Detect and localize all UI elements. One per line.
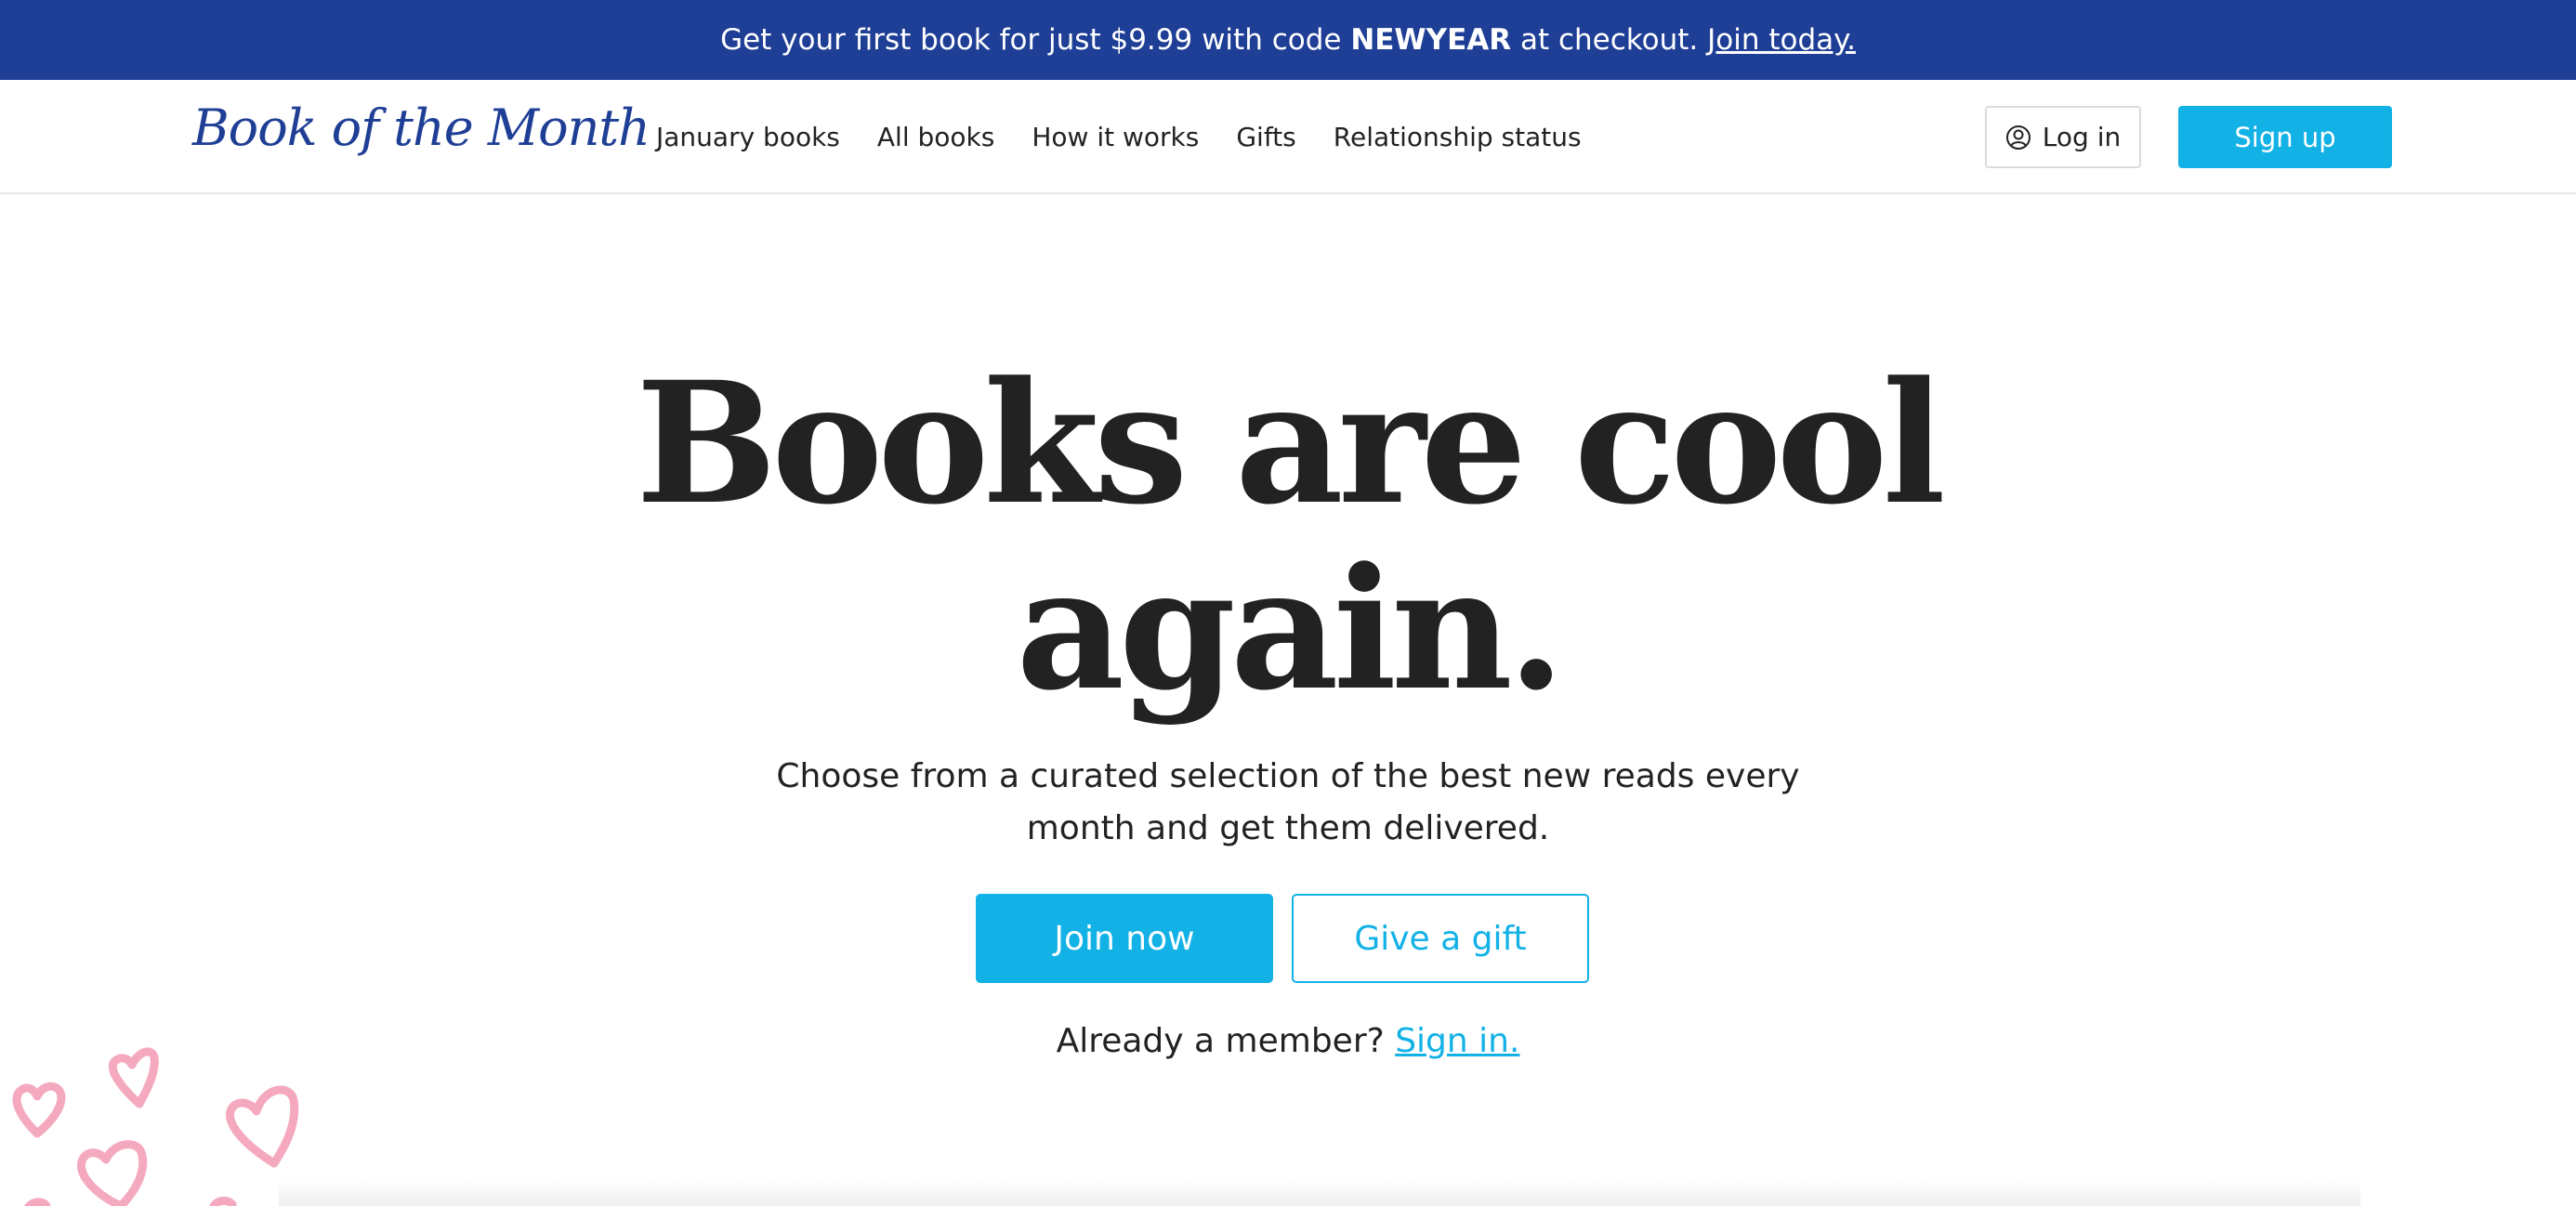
heart-icon: [23, 1198, 51, 1206]
logo[interactable]: Book of the Month: [192, 98, 651, 157]
promo-text: Get your first book for just $9.99 with …: [720, 23, 1351, 57]
nav-item-relationship-status[interactable]: Relationship status: [1334, 122, 1582, 152]
signup-button[interactable]: Sign up: [2178, 106, 2392, 168]
heart-icon: [226, 1085, 299, 1168]
member-prompt: Already a member?: [1056, 1022, 1385, 1060]
promo-text-after: at checkout.: [1511, 23, 1708, 57]
give-gift-button[interactable]: Give a gift: [1292, 894, 1589, 983]
heart-icon: [209, 1196, 237, 1206]
heart-icon: [77, 1140, 148, 1206]
heart-icon: [108, 1047, 159, 1108]
nav-item-gifts[interactable]: Gifts: [1236, 122, 1295, 152]
nav-item-january-books[interactable]: January books: [656, 122, 840, 152]
hero-title-line-2: again.: [1016, 531, 1565, 728]
promo-join-link[interactable]: Join today.: [1707, 23, 1856, 57]
hero-subtitle-line-2: month and get them delivered.: [1026, 809, 1550, 847]
hearts-decoration: [12, 1047, 299, 1206]
nav-item-all-books[interactable]: All books: [877, 122, 994, 152]
hero-subtitle-line-1: Choose from a curated selection of the b…: [776, 757, 1800, 795]
hero-title: Books are cool again.: [0, 351, 2576, 723]
member-prompt-line: Already a member? Sign in.: [0, 1022, 2576, 1060]
hero-subtitle: Choose from a curated selection of the b…: [0, 751, 2576, 855]
promo-code: NEWYEAR: [1350, 23, 1512, 57]
promo-banner: Get your first book for just $9.99 with …: [0, 0, 2576, 80]
hero-title-line-1: Books are cool: [636, 346, 1946, 542]
content-card-edge: [279, 1180, 2360, 1206]
user-circle-icon: [2005, 125, 2031, 151]
login-button[interactable]: Log in: [1985, 106, 2141, 168]
login-label: Log in: [2042, 122, 2122, 152]
heart-icon: [12, 1081, 66, 1138]
main-nav: January books All books How it works Gif…: [656, 80, 1582, 194]
site-header: Book of the Month January books All book…: [0, 80, 2576, 194]
join-now-button[interactable]: Join now: [976, 894, 1273, 983]
nav-item-how-it-works[interactable]: How it works: [1032, 122, 1199, 152]
sign-in-link[interactable]: Sign in.: [1395, 1022, 1519, 1060]
